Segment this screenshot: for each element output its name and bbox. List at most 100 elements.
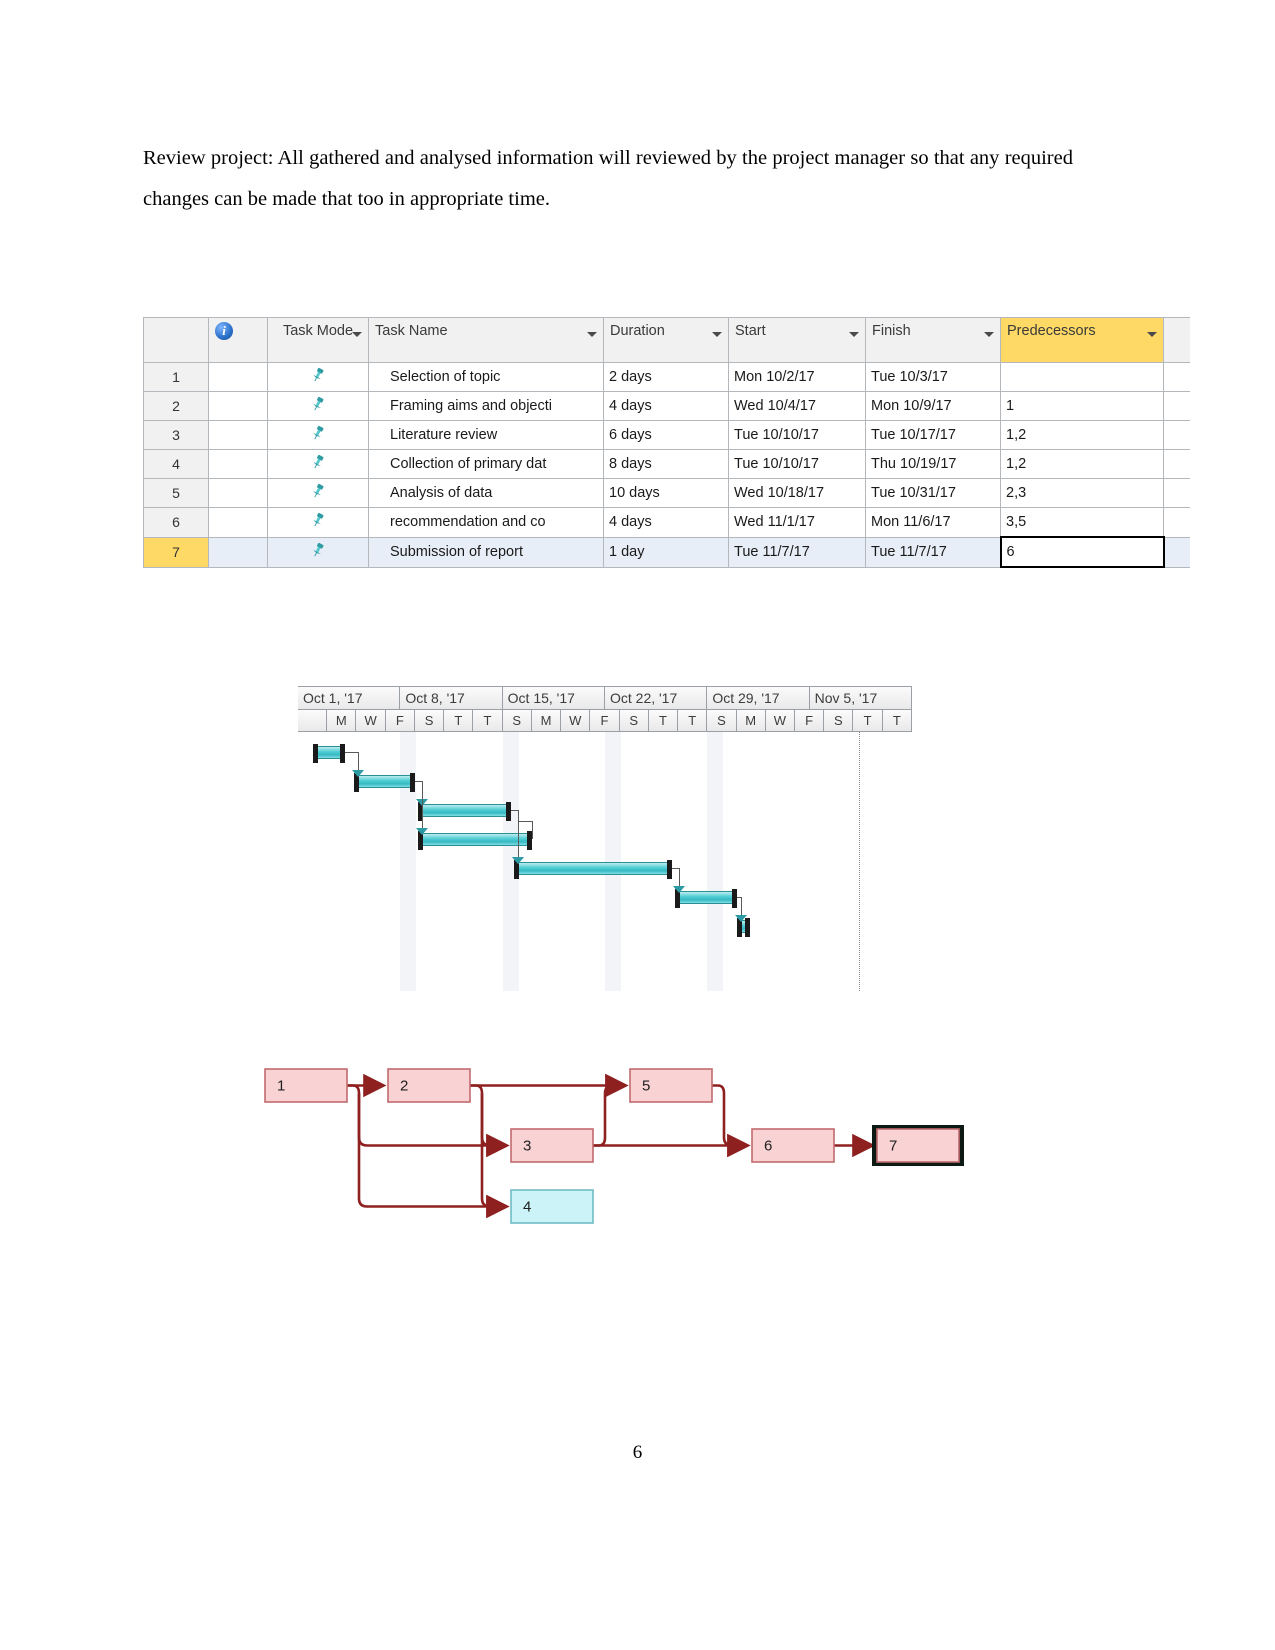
row-indicator-cell[interactable] [208,478,268,508]
row-id-cell[interactable]: 4 [143,449,209,479]
chevron-down-icon[interactable] [984,332,994,337]
gantt-bar-task-4[interactable] [417,831,532,850]
row-predecessors-cell[interactable]: 3,5 [1000,507,1164,538]
row-start-cell[interactable]: Tue 10/10/17 [728,449,866,479]
gantt-link-arrow-icon [734,915,747,922]
column-header-task-mode[interactable]: Task Mode [267,317,369,363]
row-finish-cell[interactable]: Tue 10/3/17 [865,362,1001,392]
gantt-bar-task-3[interactable] [417,802,512,821]
column-header-start[interactable]: Start [728,317,866,363]
row-duration-cell[interactable]: 1 day [603,536,729,568]
column-header-finish[interactable]: Finish [865,317,1001,363]
table-row[interactable]: 7 Submission of report 1 day Tue 11/7/17 Tue… [143,536,1190,568]
row-start-cell[interactable]: Wed 10/18/17 [728,478,866,508]
row-predecessors-cell[interactable]: 1,2 [1000,449,1164,479]
column-header-task-name[interactable]: Task Name [368,317,604,363]
row-task-mode-cell[interactable] [267,507,369,538]
row-start-cell[interactable]: Tue 11/7/17 [728,536,866,568]
row-task-name-cell[interactable]: Collection of primary dat [368,449,604,479]
body-paragraph: Review project: All gathered and analyse… [143,147,1073,210]
row-predecessors-cell[interactable]: 1,2 [1000,420,1164,450]
row-start-cell[interactable]: Wed 10/4/17 [728,391,866,421]
column-header-predecessors[interactable]: Predecessors [1000,317,1164,363]
gantt-today-line [859,732,861,991]
project-task-table[interactable]: i Task Mode Task Name Duration Start Fin… [143,317,1190,568]
row-task-name-cell[interactable]: Framing aims and objecti [368,391,604,421]
row-predecessors-cell[interactable]: 2,3 [1000,478,1164,508]
row-indicator-cell[interactable] [208,536,268,568]
chevron-down-icon[interactable] [849,332,859,337]
row-overflow-cell [1163,391,1190,421]
gantt-weekend-band [707,732,724,991]
row-start-cell[interactable]: Wed 11/1/17 [728,507,866,538]
row-finish-cell[interactable]: Tue 10/31/17 [865,478,1001,508]
row-duration-cell[interactable]: 6 days [603,420,729,450]
chevron-down-icon[interactable] [587,332,597,337]
gantt-chart[interactable]: Oct 1, '17 Oct 8, '17 Oct 15, '17 Oct 22, '… [298,686,912,991]
network-diagram[interactable]: 1 2 5 3 6 7 4 [255,1055,975,1240]
column-header-overflow [1163,317,1190,363]
row-indicator-cell[interactable] [208,449,268,479]
column-header-indicators[interactable]: i [208,317,268,363]
row-duration-cell[interactable]: 10 days [603,478,729,508]
gantt-bars-area[interactable] [298,732,912,991]
row-task-name-cell[interactable]: recommendation and co [368,507,604,538]
row-overflow-cell [1163,449,1190,479]
network-node-label: 3 [523,1138,531,1155]
row-task-mode-cell[interactable] [267,391,369,421]
row-task-name-cell[interactable]: Selection of topic [368,362,604,392]
row-indicator-cell[interactable] [208,362,268,392]
row-start-cell[interactable]: Tue 10/10/17 [728,420,866,450]
network-link [357,1093,510,1219]
row-predecessors-cell[interactable]: 6 [999,536,1165,568]
row-duration-cell[interactable]: 2 days [603,362,729,392]
gantt-bar-task-1[interactable] [312,744,345,763]
table-row[interactable]: 1 Selection of topic 2 days Mon 10/2/17 Tue … [143,362,1190,392]
network-node-label: 5 [642,1078,650,1095]
row-task-mode-cell[interactable] [267,420,369,450]
row-id-cell[interactable]: 6 [143,507,209,538]
row-task-mode-cell[interactable] [267,362,369,392]
row-task-name-cell[interactable]: Submission of report [368,536,604,568]
row-task-name-cell[interactable]: Analysis of data [368,478,604,508]
info-icon: i [215,322,233,340]
row-predecessors-cell[interactable] [1000,362,1164,392]
column-header-id[interactable] [143,317,209,363]
row-finish-cell[interactable]: Mon 10/9/17 [865,391,1001,421]
gantt-bar-task-5[interactable] [514,860,673,879]
chevron-down-icon[interactable] [712,332,722,337]
table-row[interactable]: 3 Literature review 6 days Tue 10/10/17 Tue … [143,420,1190,450]
row-indicator-cell[interactable] [208,420,268,450]
table-row[interactable]: 2 Framing aims and objecti 4 days Wed 10/4/… [143,391,1190,421]
row-finish-cell[interactable]: Mon 11/6/17 [865,507,1001,538]
row-duration-cell[interactable]: 4 days [603,507,729,538]
network-node-label: 2 [400,1078,408,1095]
chevron-down-icon[interactable] [352,332,362,337]
row-finish-cell[interactable]: Tue 10/17/17 [865,420,1001,450]
row-task-name-cell[interactable]: Literature review [368,420,604,450]
row-task-mode-cell[interactable] [267,478,369,508]
row-task-mode-cell[interactable] [267,449,369,479]
row-id-cell[interactable]: 1 [143,362,209,392]
table-row[interactable]: 5 Analysis of data 10 days Wed 10/18/17 Tue … [143,478,1190,508]
row-duration-cell[interactable]: 8 days [603,449,729,479]
row-finish-cell[interactable]: Tue 11/7/17 [865,536,1001,568]
chevron-down-icon[interactable] [1147,332,1157,337]
row-indicator-cell[interactable] [208,391,268,421]
row-finish-cell[interactable]: Thu 10/19/17 [865,449,1001,479]
row-id-cell[interactable]: 3 [143,420,209,450]
gantt-dependency-link [672,868,680,869]
row-id-cell[interactable]: 2 [143,391,209,421]
table-row[interactable]: 6 recommendation and co 4 days Wed 11/1/17 M… [143,507,1190,538]
row-id-cell[interactable]: 5 [143,478,209,508]
row-predecessors-cell[interactable]: 1 [1000,391,1164,421]
table-row[interactable]: 4 Collection of primary dat 8 days Tue 10/1… [143,449,1190,479]
row-task-mode-cell[interactable] [267,536,369,568]
column-header-duration[interactable]: Duration [603,317,729,363]
network-link [712,1084,751,1158]
row-duration-cell[interactable]: 4 days [603,391,729,421]
row-indicator-cell[interactable] [208,507,268,538]
row-id-cell[interactable]: 7 [143,536,209,568]
pin-icon [310,542,326,558]
row-start-cell[interactable]: Mon 10/2/17 [728,362,866,392]
